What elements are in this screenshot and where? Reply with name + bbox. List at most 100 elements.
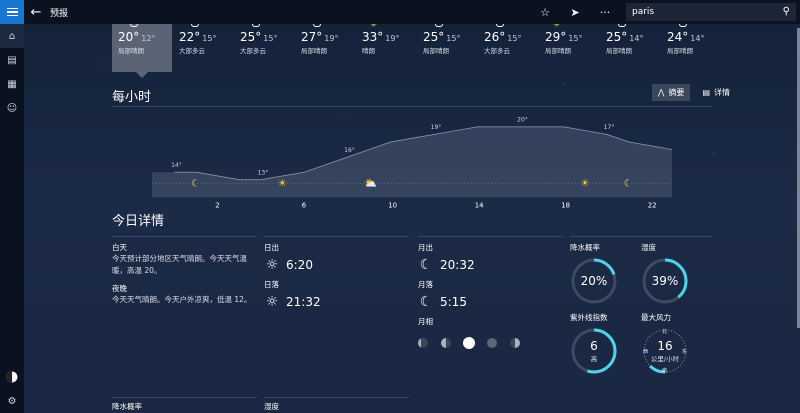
settings-gear-icon[interactable]: ⚙ xyxy=(0,389,24,413)
moon-icon: ☾ xyxy=(191,178,200,190)
day-condition: 局部晴朗 xyxy=(667,47,693,55)
hourly-title: 每小时 xyxy=(112,90,152,105)
daily-forecast-day[interactable]: 22° 15° 大部多云 xyxy=(173,24,233,70)
daily-forecast-day[interactable]: ☀ 29° 15° 局部晴朗 xyxy=(539,24,599,70)
uv-label: 紫外线指数 xyxy=(570,313,608,322)
humidity-value: 39% xyxy=(651,274,679,288)
night-label: 夜晚 xyxy=(112,284,127,293)
hour-tick-label: 22 xyxy=(648,202,657,210)
moonrise-icon: ☾ xyxy=(419,257,433,273)
day-temps: 29° 15° xyxy=(545,30,599,44)
wind-number: 16 xyxy=(657,339,673,353)
day-high: 25° xyxy=(606,30,628,44)
precip-gauge: 降水概率 20% xyxy=(570,242,618,305)
sun-icon: ☀ xyxy=(580,178,589,190)
summary-tab[interactable]: ⋀ 摘要 xyxy=(651,84,691,101)
favorite-star-icon[interactable]: ☆ xyxy=(530,0,560,24)
day-condition: 局部晴朗 xyxy=(118,47,144,55)
vertical-scrollbar[interactable] xyxy=(796,24,800,413)
daily-forecast-day[interactable]: 27° 19° 局部晴朗 xyxy=(295,24,355,70)
precip-label: 降水概率 xyxy=(570,243,600,252)
more-options-icon[interactable]: ··· xyxy=(590,0,620,24)
moon-phase-icon xyxy=(418,338,428,348)
daily-forecast-day[interactable]: 26° 15° 大部多云 xyxy=(478,24,538,70)
day-high: 25° xyxy=(423,30,445,44)
nav-maps-icon[interactable]: ▤ xyxy=(0,48,24,72)
daily-forecast-day[interactable]: 24° 14° 局部晴朗 xyxy=(661,24,721,70)
partly-cloudy-icon: ⛅ xyxy=(364,178,377,190)
day-low: 14° xyxy=(690,34,705,43)
wind-value: 16 公里/小时 xyxy=(641,327,689,375)
hourly-view-toggle: ⋀ 摘要 ▤ 详情 xyxy=(651,84,736,101)
hourly-temp-label: 16° xyxy=(344,146,355,154)
day-high: 27° xyxy=(301,30,323,44)
wind-label: 最大风力 xyxy=(641,313,671,322)
moon-phase-icon xyxy=(510,338,521,348)
hour-tick-label: 2 xyxy=(215,202,219,210)
main-content: 20° 12° 局部晴朗 22° 15° 大部多云 25° 15° 大部多云 27° 19° 局部晴朗… xyxy=(24,24,800,413)
moon-times: 月出 ☾ 20:32 月落 ☾ 5:15 月相 xyxy=(418,242,563,352)
cloud-icon xyxy=(313,24,321,27)
divider xyxy=(264,397,409,398)
hourly-temp-label: 20° xyxy=(517,116,528,124)
hour-tick-label: 10 xyxy=(388,202,397,210)
hourly-temperature-chart: 14° 13° 16° 19° 20° 17° ☾ ☀ ⛅ ☀ ☾ 2 6 10 14 18 22 xyxy=(152,116,673,210)
sunset-label: 日落 xyxy=(264,280,279,289)
back-arrow-icon[interactable]: ← xyxy=(24,0,48,24)
divider xyxy=(418,236,563,237)
app-title: 预报 xyxy=(50,8,69,19)
title-bar: ← 预报 ☆ ➤ ··· ⚲ xyxy=(0,0,800,24)
moon-phase-icon xyxy=(464,338,475,348)
day-low: 15° xyxy=(263,34,278,43)
pin-icon[interactable]: ➤ xyxy=(560,0,590,24)
search-input[interactable] xyxy=(632,7,772,17)
day-high: 25° xyxy=(240,30,262,44)
day-condition: 局部晴朗 xyxy=(545,47,571,55)
details-tab[interactable]: ▤ 详情 xyxy=(696,84,736,101)
day-condition: 局部晴朗 xyxy=(301,47,327,55)
moonphase-row xyxy=(418,333,563,352)
day-description: 今天预计部分地区天气晴朗。今天天气温暖，高温 20。 xyxy=(112,254,247,275)
day-label: 白天 xyxy=(112,243,127,252)
day-temps: 25° 15° xyxy=(240,30,294,44)
daily-forecast-day[interactable]: ☀ 33° 19° 晴朗 xyxy=(356,24,416,70)
hour-tick-label: 18 xyxy=(561,202,570,210)
details-list-icon: ▤ xyxy=(702,88,710,97)
day-high: 33° xyxy=(362,30,384,44)
wind-unit: 公里/小时 xyxy=(650,355,680,363)
cloud-icon xyxy=(435,24,443,27)
daily-forecast-day[interactable]: 25° 14° 局部晴朗 xyxy=(600,24,660,70)
nav-historical-icon[interactable]: ▦ xyxy=(0,72,24,96)
day-temps: 25° 15° xyxy=(423,30,477,44)
moon-phase-icon xyxy=(487,338,498,348)
bottom-precip-label: 降水概率 xyxy=(112,402,142,411)
day-condition: 大部多云 xyxy=(179,47,205,55)
nav-rail: ⌂ ▤ ▦ ☺ ⚙ xyxy=(0,24,24,413)
summary-tab-label: 摘要 xyxy=(668,88,685,97)
sunrise-label: 日出 xyxy=(264,243,279,252)
hourly-temp-label: 17° xyxy=(604,123,615,131)
hourly-temp-label: 14° xyxy=(171,161,182,169)
daily-forecast-day[interactable]: 25° 15° 局部晴朗 xyxy=(417,24,477,70)
day-high: 22° xyxy=(179,30,201,44)
hour-tick-label: 14 xyxy=(475,202,484,210)
day-high: 20° xyxy=(118,30,140,44)
cloud-icon xyxy=(679,24,687,27)
daily-forecast-day[interactable]: 25° 15° 大部多云 xyxy=(234,24,294,70)
day-high: 29° xyxy=(545,30,567,44)
day-low: 14° xyxy=(629,34,644,43)
sun-icon: ☀ xyxy=(277,178,286,190)
nav-life-icon[interactable]: ☺ xyxy=(0,96,24,120)
search-icon[interactable]: ⚲ xyxy=(783,6,790,17)
search-box[interactable]: ⚲ xyxy=(626,3,796,21)
account-avatar-icon[interactable] xyxy=(0,365,24,389)
moonphase-label: 月相 xyxy=(418,317,433,326)
day-temps: 33° 19° xyxy=(362,30,416,44)
uv-number: 6 xyxy=(590,339,598,353)
nav-home-icon[interactable]: ⌂ xyxy=(0,24,24,48)
hamburger-menu-button[interactable] xyxy=(0,0,24,24)
daily-forecast-day[interactable]: 20° 12° 局部晴朗 xyxy=(112,24,172,78)
cloud-icon xyxy=(252,24,260,27)
uv-value: 6 高 xyxy=(570,327,618,375)
divider xyxy=(570,236,712,237)
